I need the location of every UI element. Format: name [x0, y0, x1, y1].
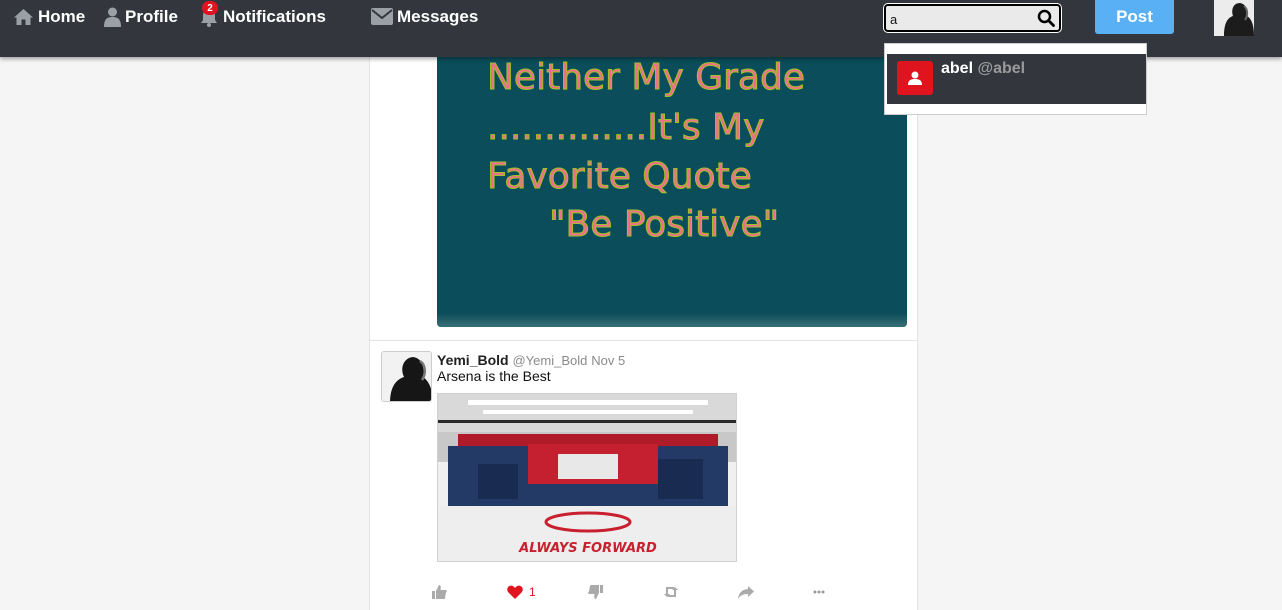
nav-profile-label: Profile: [125, 6, 178, 26]
search-result-name: abel: [941, 60, 974, 77]
post-button[interactable]: Post: [1095, 0, 1174, 34]
current-user-avatar[interactable]: [1214, 0, 1254, 36]
default-avatar-icon: [897, 61, 933, 95]
like-button[interactable]: 1: [507, 581, 536, 603]
post-author-name[interactable]: Yemi_Bold: [437, 352, 509, 368]
quote-line: ..............It's My: [486, 107, 765, 149]
search-box: [884, 4, 1061, 32]
post-author-avatar[interactable]: [381, 351, 432, 402]
home-icon: [13, 8, 34, 26]
nav-messages-link[interactable]: Messages: [371, 0, 478, 33]
notification-count-badge: 2: [202, 1, 218, 15]
thumbs-up-icon[interactable]: [432, 581, 447, 603]
nav-home-link[interactable]: Home: [13, 0, 85, 33]
post-image-quote[interactable]: Neither My Grade ..............It's My F…: [437, 57, 907, 327]
post-text: Arsena is the Best: [437, 368, 551, 384]
nav-home-label: Home: [38, 6, 86, 26]
search-results-dropdown: abel @abel: [884, 43, 1147, 115]
post-image-team-photo[interactable]: ALWAYS FORWARD: [437, 393, 737, 562]
user-icon: [104, 7, 121, 27]
post-author-line: Yemi_Bold @Yemi_Bold Nov 5: [437, 352, 625, 368]
search-icon[interactable]: [1037, 9, 1055, 32]
nav-profile-link[interactable]: Profile: [104, 0, 178, 33]
quote-line: "Be Positive": [548, 204, 780, 246]
post-divider: [370, 340, 917, 341]
envelope-icon: [371, 8, 393, 25]
heart-icon: [507, 585, 523, 599]
quote-line: Neither My Grade: [487, 57, 806, 99]
nav-notifications-link[interactable]: 2 Notifications: [199, 0, 326, 33]
post-date: Nov 5: [591, 353, 626, 368]
retweet-icon[interactable]: [663, 581, 679, 603]
search-input[interactable]: [890, 10, 1030, 28]
post-author-handle[interactable]: @Yemi_Bold: [512, 353, 587, 368]
post-image-caption: ALWAYS FORWARD: [518, 541, 657, 556]
image-bottom-edge: [437, 313, 907, 327]
nav-notifications-label: Notifications: [223, 6, 326, 26]
timeline-feed: Neither My Grade ..............It's My F…: [369, 57, 918, 610]
nav-messages-label: Messages: [397, 6, 479, 26]
search-result-item[interactable]: abel @abel: [887, 54, 1146, 104]
thumbs-down-icon[interactable]: [588, 581, 603, 603]
search-result-handle: @abel: [977, 60, 1026, 77]
post-actions-bar: 1: [370, 581, 919, 605]
more-options-icon[interactable]: [813, 581, 825, 603]
like-count: 1: [529, 585, 536, 599]
search-result-name-line: abel @abel: [941, 60, 1025, 78]
share-icon[interactable]: [738, 581, 754, 603]
quote-line: Favorite Quote: [487, 156, 753, 198]
